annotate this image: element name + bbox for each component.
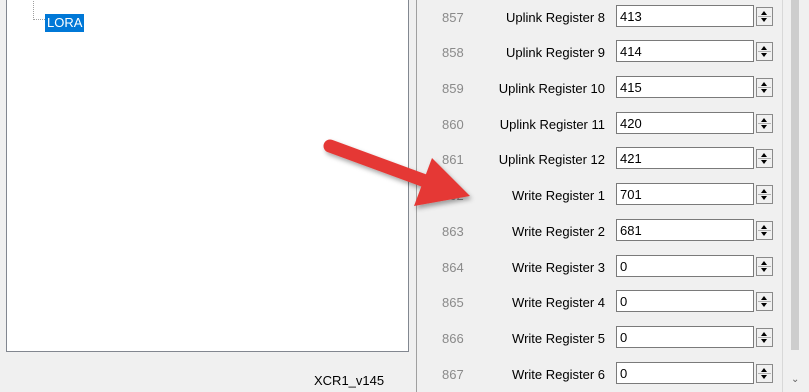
register-value-input[interactable]	[616, 183, 754, 205]
spin-divider	[758, 123, 771, 124]
version-label: XCR1_v145	[314, 373, 385, 388]
spin-down-arrow[interactable]	[761, 196, 767, 200]
register-value-input[interactable]	[616, 255, 754, 277]
spinner-icon[interactable]	[756, 328, 773, 347]
register-row: 867 Write Register 6	[417, 362, 783, 388]
spinner-icon[interactable]	[756, 7, 773, 26]
register-name: Uplink Register 8	[506, 10, 605, 25]
register-index: 864	[442, 260, 464, 275]
spin-up-arrow[interactable]	[761, 261, 767, 265]
register-index: 857	[442, 10, 464, 25]
register-name: Uplink Register 11	[499, 117, 605, 132]
vertical-scrollbar[interactable]: ⌄	[782, 0, 809, 392]
register-value-input[interactable]	[616, 112, 754, 134]
register-value-input[interactable]	[616, 362, 754, 384]
register-index: 865	[442, 295, 464, 310]
spin-down-arrow[interactable]	[761, 53, 767, 57]
register-index: 858	[442, 45, 464, 60]
spinner-icon[interactable]	[756, 185, 773, 204]
register-row: 864 Write Register 3	[417, 255, 783, 281]
spin-up-arrow[interactable]	[761, 189, 767, 193]
spin-up-arrow[interactable]	[761, 46, 767, 50]
register-index: 861	[442, 152, 464, 167]
spin-up-arrow[interactable]	[761, 296, 767, 300]
spin-divider	[758, 230, 771, 231]
spin-divider	[758, 194, 771, 195]
register-row: 859 Uplink Register 10	[417, 76, 783, 102]
spin-up-arrow[interactable]	[761, 82, 767, 86]
spin-up-arrow[interactable]	[761, 225, 767, 229]
spinner-icon[interactable]	[756, 257, 773, 276]
tree-node-lora[interactable]: LORA	[45, 14, 85, 32]
register-index: 862	[442, 188, 464, 203]
spin-divider	[758, 16, 771, 17]
spin-divider	[758, 266, 771, 267]
spin-down-arrow[interactable]	[761, 89, 767, 93]
spinner-icon[interactable]	[756, 221, 773, 240]
spin-up-arrow[interactable]	[761, 118, 767, 122]
register-row: 863 Write Register 2	[417, 219, 783, 245]
register-value-input[interactable]	[616, 219, 754, 241]
register-name: Uplink Register 9	[506, 45, 605, 60]
tree-connector-line	[33, 0, 45, 20]
register-value-input[interactable]	[616, 147, 754, 169]
spinner-icon[interactable]	[756, 364, 773, 383]
register-value-input[interactable]	[616, 290, 754, 312]
register-name: Write Register 4	[512, 295, 605, 310]
spin-divider	[758, 158, 771, 159]
register-row: 862 Write Register 1	[417, 183, 783, 209]
register-index: 866	[442, 331, 464, 346]
register-name: Uplink Register 10	[498, 81, 605, 96]
register-index: 859	[442, 81, 464, 96]
spin-down-arrow[interactable]	[761, 232, 767, 236]
register-index: 863	[442, 224, 464, 239]
register-name: Write Register 6	[512, 367, 605, 382]
spin-down-arrow[interactable]	[761, 268, 767, 272]
spin-up-arrow[interactable]	[761, 332, 767, 336]
spin-down-arrow[interactable]	[761, 339, 767, 343]
register-list: 857 Uplink Register 8 858 Uplink Registe…	[416, 0, 782, 392]
spinner-icon[interactable]	[756, 78, 773, 97]
register-name: Write Register 5	[512, 331, 605, 346]
tree-view[interactable]: LORA	[6, 0, 409, 352]
register-name: Write Register 2	[512, 224, 605, 239]
register-value-input[interactable]	[616, 40, 754, 62]
scrollbar-thumb[interactable]	[791, 0, 799, 350]
register-row: 857 Uplink Register 8	[417, 5, 783, 31]
spin-divider	[758, 87, 771, 88]
chevron-down-icon[interactable]: ⌄	[791, 374, 799, 385]
spin-down-arrow[interactable]	[761, 303, 767, 307]
spinner-icon[interactable]	[756, 114, 773, 133]
register-row: 858 Uplink Register 9	[417, 40, 783, 66]
register-name: Write Register 1	[512, 188, 605, 203]
spin-down-arrow[interactable]	[761, 375, 767, 379]
spin-up-arrow[interactable]	[761, 153, 767, 157]
register-value-input[interactable]	[616, 5, 754, 27]
register-value-input[interactable]	[616, 76, 754, 98]
register-row: 865 Write Register 4	[417, 290, 783, 316]
register-row: 860 Uplink Register 11	[417, 112, 783, 138]
register-row: 861 Uplink Register 12	[417, 147, 783, 173]
spin-divider	[758, 337, 771, 338]
spin-down-arrow[interactable]	[761, 160, 767, 164]
register-name: Write Register 3	[512, 260, 605, 275]
spin-up-arrow[interactable]	[761, 11, 767, 15]
spinner-icon[interactable]	[756, 42, 773, 61]
spin-down-arrow[interactable]	[761, 125, 767, 129]
register-row: 866 Write Register 5	[417, 326, 783, 352]
register-value-input[interactable]	[616, 326, 754, 348]
spin-divider	[758, 373, 771, 374]
register-index: 860	[442, 117, 464, 132]
spin-divider	[758, 301, 771, 302]
spin-divider	[758, 51, 771, 52]
register-name: Uplink Register 12	[498, 152, 605, 167]
register-index: 867	[442, 367, 464, 382]
spinner-icon[interactable]	[756, 149, 773, 168]
spinner-icon[interactable]	[756, 292, 773, 311]
spin-up-arrow[interactable]	[761, 368, 767, 372]
spin-down-arrow[interactable]	[761, 18, 767, 22]
